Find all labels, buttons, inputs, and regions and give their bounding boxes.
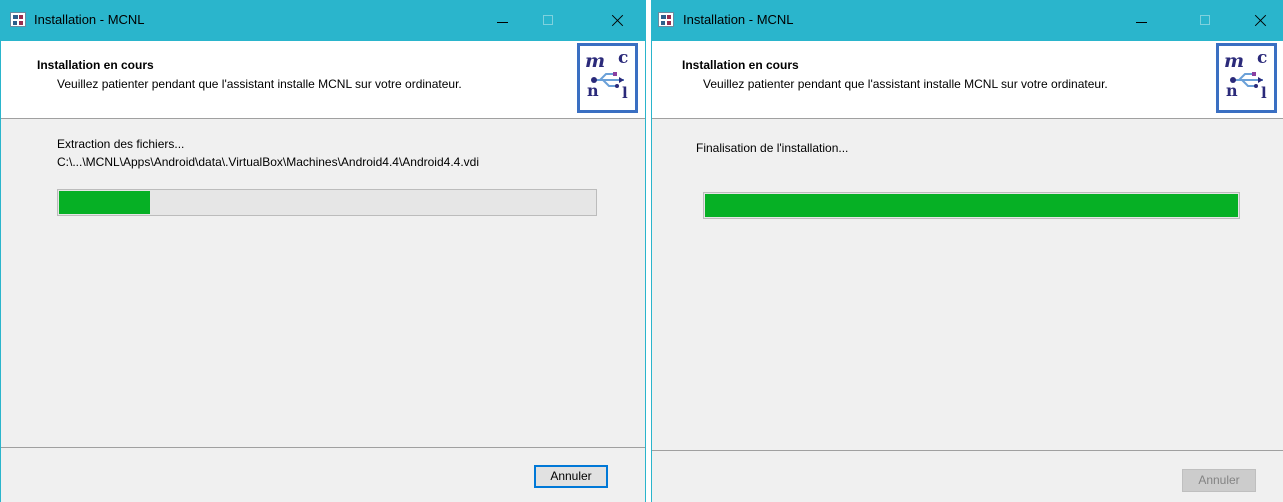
app-icon bbox=[10, 12, 26, 27]
title-bar[interactable]: Installation - MCNL bbox=[1, 0, 645, 41]
status-text: Extraction des fichiers... bbox=[57, 137, 185, 151]
wizard-header: Installation en cours Veuillez patienter… bbox=[1, 41, 645, 119]
cancel-button[interactable]: Annuler bbox=[534, 465, 608, 488]
window-title: Installation - MCNL bbox=[34, 12, 145, 27]
maximize-button[interactable] bbox=[1182, 0, 1228, 41]
progress-fill bbox=[59, 191, 151, 214]
progress-bar bbox=[703, 192, 1240, 219]
installer-window-right: Installation - MCNL Installation en cour… bbox=[651, 0, 1283, 502]
logo-letter-m: m bbox=[585, 50, 606, 72]
app-icon bbox=[658, 12, 674, 27]
footer-separator bbox=[1, 447, 645, 448]
minimize-button[interactable] bbox=[1118, 0, 1164, 41]
logo-letter-m: m bbox=[1224, 50, 1245, 72]
logo-letter-c: c bbox=[618, 48, 629, 68]
progress-bar bbox=[57, 189, 597, 216]
header-title: Installation en cours bbox=[682, 58, 799, 72]
status-text: Finalisation de l'installation... bbox=[696, 141, 849, 155]
wizard-header: Installation en cours Veuillez patienter… bbox=[652, 41, 1283, 119]
header-title: Installation en cours bbox=[37, 58, 154, 72]
logo-letter-c: c bbox=[1257, 48, 1268, 68]
mcnl-logo: m c n l bbox=[1216, 43, 1277, 113]
usb-icon bbox=[1230, 72, 1263, 88]
footer-separator bbox=[652, 450, 1283, 451]
installer-window-left: Installation - MCNL Installation en cour… bbox=[0, 0, 646, 502]
header-subtitle: Veuillez patienter pendant que l'assista… bbox=[57, 77, 462, 91]
file-path-text: C:\...\MCNL\Apps\Android\data\.VirtualBo… bbox=[57, 155, 480, 169]
window-title: Installation - MCNL bbox=[683, 12, 794, 27]
cancel-button[interactable]: Annuler bbox=[1182, 469, 1256, 492]
header-subtitle: Veuillez patienter pendant que l'assista… bbox=[703, 77, 1108, 91]
close-button[interactable] bbox=[594, 0, 640, 41]
maximize-button[interactable] bbox=[525, 0, 571, 41]
usb-icon bbox=[591, 72, 624, 88]
mcnl-logo: m c n l bbox=[577, 43, 638, 113]
minimize-button[interactable] bbox=[479, 0, 525, 41]
progress-fill bbox=[705, 194, 1238, 217]
close-button[interactable] bbox=[1237, 0, 1283, 41]
title-bar[interactable]: Installation - MCNL bbox=[652, 0, 1283, 41]
